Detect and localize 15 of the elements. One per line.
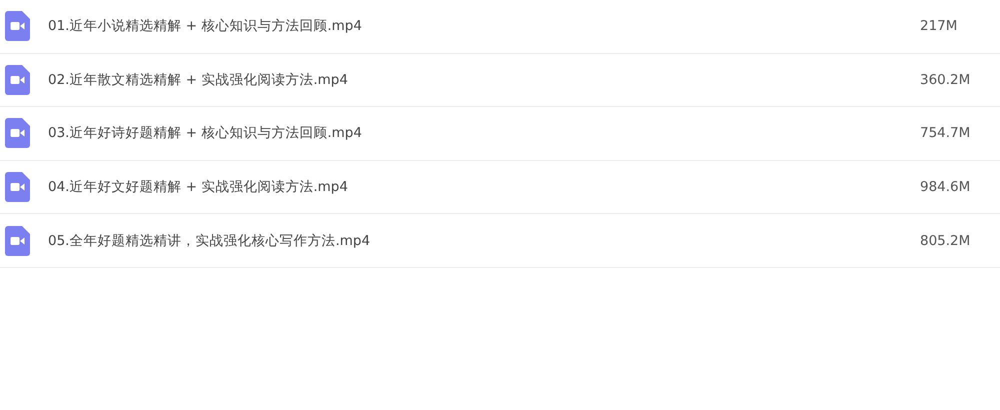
file-size: 360.2M [920, 70, 972, 90]
file-name[interactable]: 02.近年散文精选精解 + 实战强化阅读方法.mp4 [48, 70, 348, 90]
file-name[interactable]: 03.近年好诗好题精解 + 核心知识与方法回顾.mp4 [48, 123, 362, 144]
file-name[interactable]: 01.近年小说精选精解 + 核心知识与方法回顾.mp4 [48, 16, 362, 36]
file-size: 984.6M [920, 178, 972, 197]
file-name[interactable]: 05.全年好题精选精讲，实战强化核心写作方法.mp4 [48, 230, 370, 251]
video-file-icon [5, 64, 30, 95]
video-file-icon [5, 226, 30, 256]
video-file-icon [5, 118, 30, 148]
file-size: 754.7M [920, 124, 972, 144]
video-file-icon [5, 11, 30, 42]
video-file-icon [5, 172, 30, 202]
file-name[interactable]: 04.近年好文好题精解 + 实战强化阅读方法.mp4 [48, 176, 348, 198]
file-size: 805.2M [920, 232, 972, 251]
file-size: 217M [920, 17, 958, 36]
